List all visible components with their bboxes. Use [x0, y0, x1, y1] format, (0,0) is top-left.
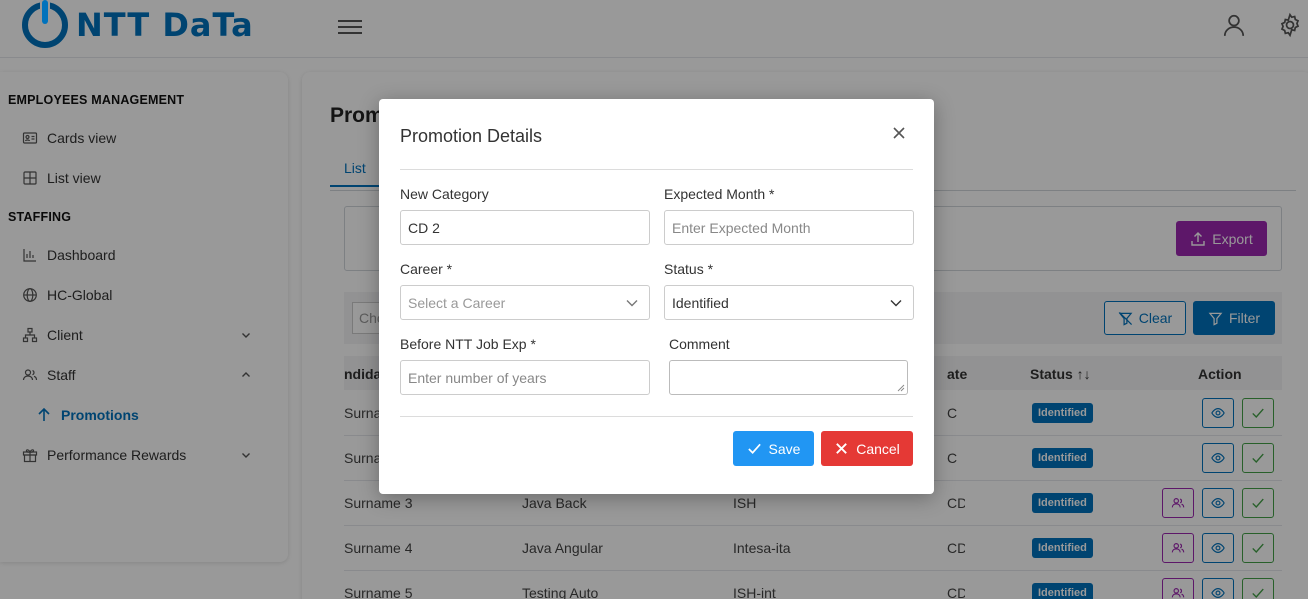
chevron-down-icon: [890, 300, 902, 307]
comment-label: Comment: [669, 336, 730, 352]
status-label: Status *: [664, 261, 714, 277]
expected-month-label: Expected Month *: [664, 186, 775, 202]
save-button[interactable]: Save: [733, 431, 814, 466]
new-category-label: New Category: [400, 186, 489, 202]
career-label: Career *: [400, 261, 453, 277]
career-placeholder: Select a Career: [408, 294, 506, 311]
expected-month-input[interactable]: [664, 210, 914, 245]
status-select[interactable]: Identified: [664, 285, 914, 320]
save-label: Save: [768, 440, 801, 457]
promotion-details-modal: Promotion Details New Category Expected …: [379, 99, 934, 494]
cancel-label: Cancel: [856, 440, 900, 457]
cancel-button[interactable]: Cancel: [821, 431, 913, 466]
before-exp-input[interactable]: [400, 360, 650, 395]
modal-footer-divider: [400, 416, 913, 417]
modal-header-divider: [400, 169, 913, 170]
close-icon[interactable]: [889, 123, 909, 143]
chevron-down-icon: [626, 300, 638, 307]
check-icon: [747, 443, 761, 454]
before-exp-label: Before NTT Job Exp *: [400, 336, 536, 352]
resize-grip-icon[interactable]: [897, 384, 905, 392]
career-select[interactable]: Select a Career: [400, 285, 650, 320]
comment-textarea[interactable]: [669, 360, 908, 395]
new-category-input[interactable]: [400, 210, 650, 245]
close-icon: [836, 443, 848, 454]
modal-title: Promotion Details: [400, 126, 543, 146]
status-value: Identified: [672, 294, 729, 311]
